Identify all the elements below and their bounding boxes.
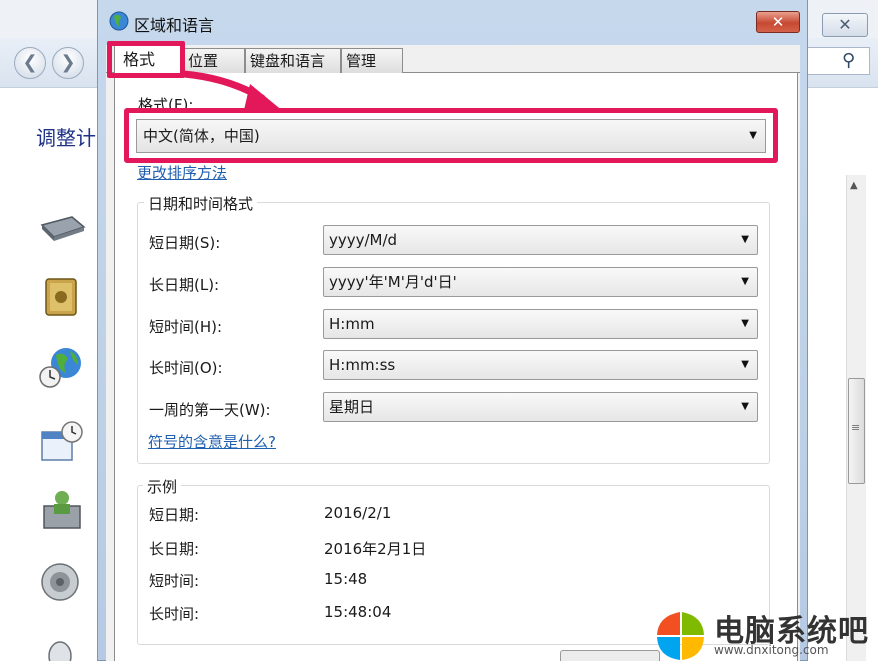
dialog-bottom-button[interactable] [560, 650, 660, 661]
long-time-value: H:mm:ss [329, 356, 396, 374]
tab-highlight-box [107, 41, 185, 78]
short-time-label: 短时间(H): [149, 318, 223, 336]
example-long-time-value: 15:48:04 [324, 603, 392, 621]
search-icon[interactable]: ⚲ [842, 50, 855, 71]
example-short-date-label: 短日期: [149, 506, 200, 524]
windows-logo-icon [657, 612, 704, 660]
short-date-label: 短日期(S): [149, 234, 221, 252]
watermark-url: www.dnxitong.com [714, 643, 829, 657]
short-date-dropdown[interactable]: yyyy/M/d ▼ [323, 225, 758, 255]
back-button[interactable]: ❮ [14, 47, 46, 79]
first-day-of-week-value: 星期日 [329, 398, 375, 416]
scroll-grip-icon: ≡ [851, 421, 861, 434]
calendar-clock-icon[interactable] [38, 420, 86, 464]
search-input[interactable] [800, 47, 870, 75]
first-day-of-week-label: 一周的第一天(W): [149, 401, 271, 419]
long-time-dropdown[interactable]: H:mm:ss ▼ [323, 350, 758, 380]
long-date-value: yyyy'年'M'月'd'日' [329, 273, 457, 291]
short-time-dropdown[interactable]: H:mm ▼ [323, 309, 758, 339]
dialog-title: 区域和语言 [134, 16, 215, 35]
example-long-time-label: 长时间: [149, 605, 200, 623]
tab-administrative[interactable]: 管理 [341, 48, 403, 73]
example-short-time-label: 短时间: [149, 572, 200, 590]
control-panel-right-area [808, 88, 878, 661]
example-short-date-value: 2016/2/1 [324, 504, 392, 522]
speaker-icon[interactable] [38, 560, 86, 604]
long-date-label: 长日期(L): [149, 276, 220, 294]
annotation-arrow-icon [180, 70, 284, 112]
forward-button[interactable]: ❯ [52, 47, 84, 79]
safe-icon[interactable] [38, 275, 86, 319]
example-short-time-value: 15:48 [324, 570, 368, 588]
first-day-of-week-dropdown[interactable]: 星期日 ▼ [323, 392, 758, 422]
example-group-title: 示例 [143, 476, 182, 497]
example-long-date-value: 2016年2月1日 [324, 540, 427, 558]
chevron-down-icon: ▼ [741, 234, 749, 245]
chevron-down-icon: ▼ [741, 401, 749, 412]
globe-icon [109, 11, 129, 31]
change-sort-method-link[interactable]: 更改排序方法 [137, 162, 227, 183]
date-time-group-title: 日期和时间格式 [144, 193, 258, 214]
example-long-date-label: 长日期: [149, 540, 200, 558]
globe-clock-icon[interactable] [38, 345, 86, 389]
scroll-up-icon[interactable]: ▲ [850, 180, 858, 191]
chevron-down-icon: ▼ [741, 276, 749, 287]
long-time-label: 长时间(O): [149, 359, 223, 377]
keyboard-icon[interactable] [38, 205, 86, 249]
mouse-icon[interactable] [38, 634, 86, 661]
background-close-button[interactable]: ✕ [822, 13, 868, 37]
chevron-down-icon: ▼ [741, 359, 749, 370]
chevron-down-icon: ▼ [741, 318, 749, 329]
short-time-value: H:mm [329, 315, 375, 333]
long-date-dropdown[interactable]: yyyy'年'M'月'd'日' ▼ [323, 267, 758, 297]
control-panel-heading: 调整计 [36, 126, 96, 150]
short-date-value: yyyy/M/d [329, 231, 398, 249]
dialog-close-button[interactable]: ✕ [756, 11, 800, 33]
computer-user-icon[interactable] [38, 488, 86, 532]
symbol-meaning-link[interactable]: 符号的含意是什么? [148, 431, 276, 452]
